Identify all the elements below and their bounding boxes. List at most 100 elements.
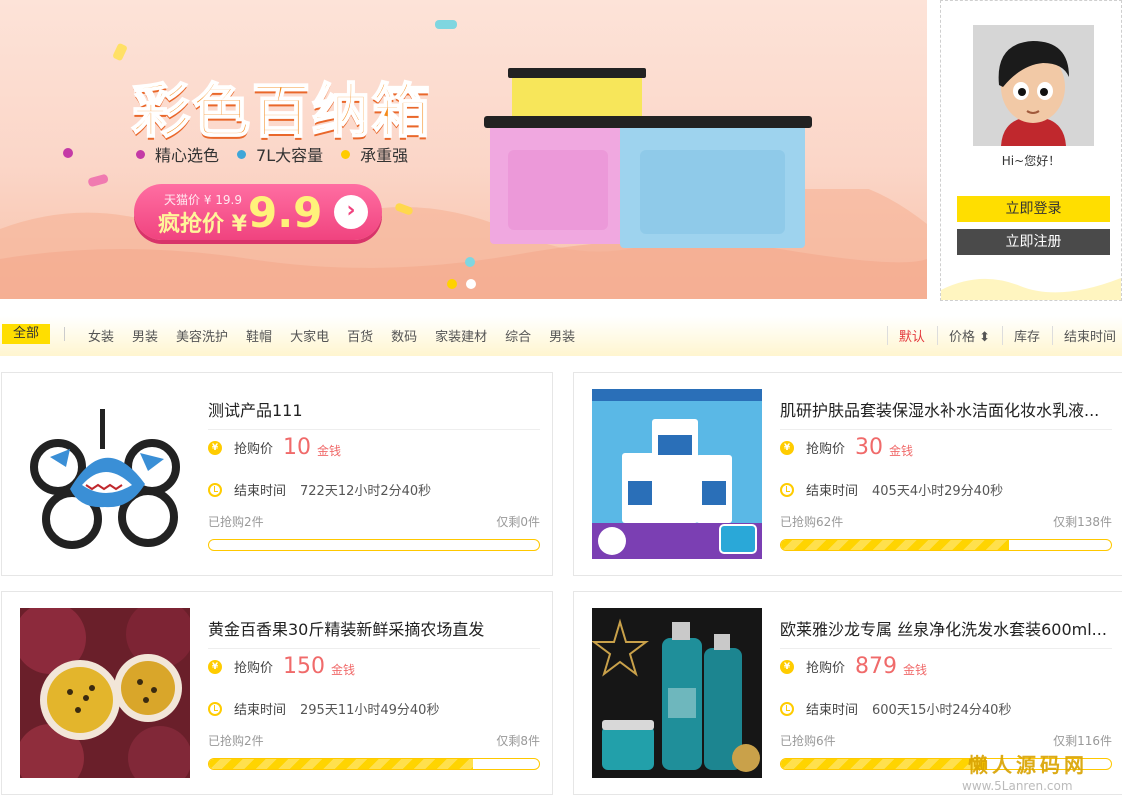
user-panel: Hi~您好！ 立即登录 立即注册 <box>940 0 1122 301</box>
category-item[interactable]: 百货 <box>347 326 373 345</box>
clock-icon <box>780 701 794 716</box>
price-unit: 金钱 <box>903 663 928 677</box>
end-time-value: 295天11小时49分40秒 <box>300 703 440 718</box>
category-item[interactable]: 男装 <box>549 326 575 345</box>
category-item[interactable]: 大家电 <box>290 326 329 345</box>
promo-banner[interactable]: 彩色百纳箱 精心选色 7L大容量 承重强 天猫价 ¥ 19.9 疯抢价 ¥ 9.… <box>0 0 927 299</box>
sold-count: 已抢购62件 <box>780 515 844 529</box>
category-item[interactable]: 鞋帽 <box>246 326 272 345</box>
mountain-decoration <box>941 278 1121 300</box>
category-item[interactable]: 综合 <box>505 326 531 345</box>
product-card[interactable]: 测试产品111 ¥ 抢购价 10 金钱 结束时间 722天12小时2分40秒 已… <box>1 372 553 576</box>
progress-bar <box>208 758 540 770</box>
bullet-icon <box>136 149 145 159</box>
end-time-label: 结束时间 <box>806 484 859 499</box>
remaining-count: 仅剩8件 <box>496 734 540 748</box>
category-all-tab[interactable]: 全部 <box>2 324 50 344</box>
remaining-count: 仅剩116件 <box>1053 734 1112 748</box>
stock-row: 已抢购2件 仅剩0件 <box>208 513 540 530</box>
end-time-row: 结束时间 722天12小时2分40秒 <box>208 480 431 499</box>
sort-default[interactable]: 默认 <box>886 326 925 345</box>
product-card[interactable]: 肌研护肤品套装保湿水补水洁面化妆水乳液... ¥ 抢购价 30 金钱 结束时间 … <box>573 372 1122 576</box>
end-time-value: 405天4小时29分40秒 <box>872 484 1004 499</box>
sold-count: 已抢购2件 <box>208 515 264 529</box>
bullet-icon <box>237 149 247 159</box>
price-unit: 金钱 <box>889 444 914 458</box>
category-item[interactable]: 数码 <box>391 326 417 345</box>
coin-icon: ¥ <box>208 440 222 455</box>
product-image-skincare <box>592 389 762 559</box>
progress-bar <box>780 539 1112 551</box>
sort-stock[interactable]: 库存 <box>1001 326 1040 345</box>
price-unit: 金钱 <box>317 444 342 458</box>
banner-feature: 承重强 <box>341 142 408 166</box>
price-value: 150 <box>283 654 326 679</box>
end-time-row: 结束时间 295天11小时49分40秒 <box>208 699 439 718</box>
arrow-right-icon[interactable]: › <box>334 195 368 229</box>
price-label: 抢购价 <box>234 661 274 676</box>
banner-title: 彩色百纳箱 <box>131 76 433 146</box>
coin-icon: ¥ <box>780 659 794 674</box>
register-button[interactable]: 立即注册 <box>957 229 1110 255</box>
progress-fill <box>781 540 1009 550</box>
sold-count: 已抢购6件 <box>780 734 836 748</box>
remaining-count: 仅剩138件 <box>1053 515 1112 529</box>
product-name[interactable]: 测试产品111 <box>208 397 540 430</box>
end-time-label: 结束时间 <box>234 703 287 718</box>
coin-icon: ¥ <box>208 659 222 674</box>
end-time-row: 结束时间 405天4小时29分40秒 <box>780 480 1003 499</box>
watermark-logo: 懒人源码网 <box>968 753 1088 777</box>
price-value: 10 <box>283 435 312 460</box>
product-name[interactable]: 欧莱雅沙龙专属 丝泉净化洗发水套装600ml... <box>780 616 1112 649</box>
sort-end-time[interactable]: 结束时间 <box>1051 326 1116 345</box>
end-time-label: 结束时间 <box>806 703 859 718</box>
remaining-count: 仅剩0件 <box>496 515 540 529</box>
category-item[interactable]: 美容洗护 <box>176 326 228 345</box>
clock-icon <box>780 482 794 497</box>
price-label: 抢购价 <box>806 442 846 457</box>
category-item[interactable]: 女装 <box>88 326 114 345</box>
greeting-text: Hi~您好！ <box>1001 154 1061 168</box>
price-row: ¥ 抢购价 10 金钱 <box>208 435 341 460</box>
product-name[interactable]: 黄金百香果30斤精装新鲜采摘农场直发 <box>208 616 540 649</box>
stock-row: 已抢购62件 仅剩138件 <box>780 513 1112 530</box>
end-time-value: 600天15小时24分40秒 <box>872 703 1012 718</box>
sort-price[interactable]: 价格 ⬍ <box>936 326 990 345</box>
sort-options: 默认 价格 ⬍ 库存 结束时间 <box>875 326 1116 345</box>
product-card[interactable]: 黄金百香果30斤精装新鲜采摘农场直发 ¥ 抢购价 150 金钱 结束时间 295… <box>1 591 553 795</box>
price-label: 抢购价 <box>234 442 274 457</box>
promo-label: 疯抢价 ¥ <box>158 212 247 237</box>
stock-row: 已抢购6件 仅剩116件 <box>780 732 1112 749</box>
progress-fill <box>209 759 473 769</box>
carousel-dot[interactable] <box>466 279 476 289</box>
promo-price-button[interactable]: 天猫价 ¥ 19.9 疯抢价 ¥ 9.9 › <box>134 184 382 240</box>
carousel-indicators <box>447 279 476 289</box>
carousel-dot[interactable] <box>447 279 457 289</box>
clock-icon <box>208 701 222 716</box>
product-name[interactable]: 肌研护肤品套装保湿水补水洁面化妆水乳液... <box>780 397 1112 430</box>
bullet-icon <box>341 149 351 159</box>
banner-features: 精心选色 7L大容量 承重强 <box>136 142 408 166</box>
price-row: ¥ 抢购价 879 金钱 <box>780 654 927 679</box>
progress-bar <box>208 539 540 551</box>
category-item[interactable]: 家装建材 <box>435 326 487 345</box>
sold-count: 已抢购2件 <box>208 734 264 748</box>
promo-price: 9.9 <box>248 188 323 237</box>
price-value: 30 <box>855 435 884 460</box>
avatar <box>973 25 1094 146</box>
category-item[interactable]: 男装 <box>132 326 158 345</box>
progress-fill <box>781 759 986 769</box>
storage-boxes-image <box>484 68 812 248</box>
price-label: 抢购价 <box>806 661 846 676</box>
category-list: 女装 男装 美容洗护 鞋帽 大家电 百货 数码 家装建材 综合 男装 <box>88 326 593 345</box>
watermark-url: www.5Lanren.com <box>962 779 1073 793</box>
end-time-label: 结束时间 <box>234 484 287 499</box>
product-image-drone <box>20 389 190 559</box>
end-time-value: 722天12小时2分40秒 <box>300 484 432 499</box>
banner-feature: 7L大容量 <box>237 142 323 166</box>
price-unit: 金钱 <box>331 663 356 677</box>
product-image-passion-fruit <box>20 608 190 778</box>
clock-icon <box>208 482 222 497</box>
product-image-shampoo <box>592 608 762 778</box>
login-button[interactable]: 立即登录 <box>957 196 1110 222</box>
